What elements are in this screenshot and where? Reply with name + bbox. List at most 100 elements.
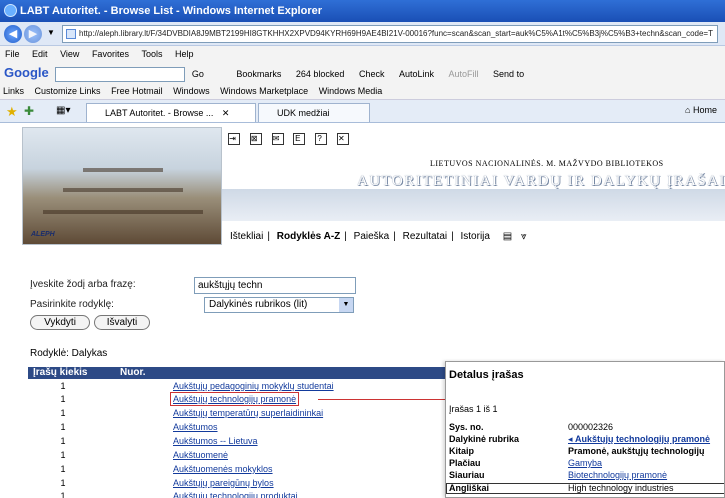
forward-icon[interactable]: ▶ <box>24 25 42 43</box>
row-count: 1 <box>60 464 66 474</box>
table-row: 1 Aukštumos <box>28 421 448 433</box>
google-search-input[interactable] <box>55 67 186 83</box>
favorites-star-icon[interactable]: ★ <box>6 104 18 120</box>
tab-udk-medziai[interactable]: UDK medžiai <box>258 103 370 122</box>
detail-row-highlighted: Angliškai High technology industries <box>446 483 724 494</box>
autofill-button[interactable]: AutoFill <box>449 69 479 79</box>
row-term-link[interactable]: Aukštumos <box>173 421 218 433</box>
nav-paieska[interactable]: Paieška <box>354 231 390 242</box>
link-free-hotmail[interactable]: Free Hotmail <box>111 86 163 96</box>
menu-favorites[interactable]: Favorites <box>92 49 129 59</box>
detail-key: Dalykinė rubrika <box>449 434 520 444</box>
aleph-logo: ALEPH <box>31 231 55 238</box>
row-count: 1 <box>60 422 66 432</box>
column-ref: Nuor. <box>120 367 146 378</box>
close-tab-icon[interactable]: ✕ <box>222 108 230 118</box>
row-count: 1 <box>60 394 66 404</box>
tab-labt-autoritet[interactable]: LABT Autoritet. - Browse ... ✕ <box>86 103 256 122</box>
page-heading: AUTORITETINIAI VARDŲ IR DALYKŲ ĮRAŠAI <box>357 173 725 189</box>
language-icon[interactable]: E <box>293 133 306 145</box>
library-banner-image: ALEPH <box>22 127 222 245</box>
basket-icon[interactable]: ⩔ <box>521 231 527 242</box>
detail-value: 000002326 <box>568 422 614 432</box>
add-favorite-icon[interactable]: ✚ <box>24 104 34 118</box>
ie-icon <box>4 4 17 17</box>
row-term-link[interactable]: Aukštumos -- Lietuva <box>173 435 258 447</box>
row-term-link[interactable]: Aukštuomenės mokyklos <box>173 463 273 475</box>
history-dropdown-icon[interactable]: ▼ <box>47 28 55 37</box>
nav-rodykles[interactable]: Rodyklės A-Z <box>277 231 341 242</box>
detail-row: Plačiau Gamyba <box>446 458 724 469</box>
page-icon <box>66 29 76 39</box>
table-row: 1 Aukštųjų pareigūnų bylos <box>28 477 448 489</box>
tab-bar: ★ ✚ ▦▾ LABT Autoritet. - Browse ... ✕ UD… <box>0 100 725 123</box>
spell-check-button[interactable]: Check <box>359 69 385 79</box>
tab-label: UDK medžiai <box>277 108 330 118</box>
index-select[interactable]: Dalykinės rubrikos (lit) ▼ <box>204 297 354 313</box>
bookmarks-button[interactable]: Bookmarks <box>236 69 281 79</box>
google-go-button[interactable]: Go <box>192 69 204 79</box>
url-input[interactable]: http://aleph.library.lt/F/34DVBDIA8J9MBT… <box>62 25 718 43</box>
detail-title: Detalus įrašas <box>449 369 524 381</box>
row-term-link[interactable]: Aukštųjų technologijų produktai <box>173 490 298 498</box>
row-term-link[interactable]: Aukštuomenė <box>173 449 228 461</box>
banner-stripe <box>222 189 725 221</box>
row-count: 1 <box>60 491 66 498</box>
google-logo: Google <box>4 65 49 80</box>
chevron-down-icon[interactable]: ▼ <box>339 298 353 312</box>
sign-in-icon[interactable]: ⇥ <box>228 133 240 145</box>
detail-value-link[interactable]: ◂ Aukštųjų technologijų pramonė <box>568 434 710 445</box>
links-label: Links <box>3 86 25 96</box>
home-label: Home <box>692 105 717 115</box>
menu-help[interactable]: Help <box>175 49 194 59</box>
print-icon[interactable]: ▤ <box>503 231 512 242</box>
table-row: 1 Aukštuomenės mokyklos <box>28 463 448 475</box>
detail-row: Kitaip Pramonė, aukštųjų technologijų <box>446 446 724 457</box>
top-navigation: Ištekliai | Rodyklės A-Z | Paieška | Rezult… <box>230 231 527 242</box>
row-term-link[interactable]: Aukštųjų temperatūrų superlaidininkai <box>173 407 323 419</box>
table-row: 1 Aukštuomenė <box>28 449 448 461</box>
mail-icon[interactable]: ✉ <box>271 133 284 145</box>
row-count: 1 <box>60 478 66 488</box>
nav-istekliai[interactable]: Ištekliai <box>230 231 263 242</box>
page-banner: ALEPH ⇥ ⊠ ✉ E ? ✕ LIETUVOS NACIONALINĖS.… <box>0 123 725 253</box>
nav-rezultatai[interactable]: Rezultatai <box>403 231 447 242</box>
link-customize-links[interactable]: Customize Links <box>35 86 101 96</box>
cart-icon[interactable]: ⊠ <box>249 133 262 145</box>
detail-record-count: Įrašas 1 iš 1 <box>449 404 498 414</box>
row-count: 1 <box>60 436 66 446</box>
search-input[interactable]: aukštųjų techn <box>194 277 356 294</box>
nav-istorija[interactable]: Istorija <box>461 231 490 242</box>
table-row: 1 Aukštųjų pedagoginių mokyklų studentai <box>28 380 448 392</box>
row-term-link[interactable]: Aukštųjų pareigūnų bylos <box>173 477 274 489</box>
popup-blocked-button[interactable]: 264 blocked <box>296 69 345 79</box>
detail-value: Pramonė, aukštųjų technologijų <box>568 446 705 456</box>
send-to-button[interactable]: Send to <box>493 69 524 79</box>
menu-bar: File Edit View Favorites Tools Help <box>0 46 725 63</box>
help-icon[interactable]: ? <box>315 133 328 145</box>
table-row: 1 Aukštųjų technologijų produktai <box>28 490 448 498</box>
autolink-button[interactable]: AutoLink <box>399 69 434 79</box>
tab-list-icon[interactable]: ▦▾ <box>56 105 70 116</box>
detail-value-link[interactable]: Gamyba <box>568 458 602 469</box>
run-button[interactable]: Vykdyti <box>30 315 90 330</box>
row-term-link[interactable]: Aukštųjų pedagoginių mokyklų studentai <box>173 380 334 392</box>
close-icon[interactable]: ✕ <box>336 133 349 145</box>
clear-button[interactable]: Išvalyti <box>94 315 150 330</box>
row-count: 1 <box>60 450 66 460</box>
link-windows-marketplace[interactable]: Windows Marketplace <box>220 86 308 96</box>
menu-file[interactable]: File <box>5 49 20 59</box>
detail-value: Aukštųjų technologijų pramonė <box>575 434 711 444</box>
row-term-link[interactable]: Aukštųjų technologijų pramonė <box>169 392 300 406</box>
url-text: http://aleph.library.lt/F/34DVBDIA8J9MBT… <box>79 29 713 38</box>
link-windows[interactable]: Windows <box>173 86 210 96</box>
home-button[interactable]: ⌂ Home <box>685 105 717 115</box>
menu-view[interactable]: View <box>60 49 79 59</box>
back-icon[interactable]: ◀ <box>4 25 22 43</box>
menu-tools[interactable]: Tools <box>141 49 162 59</box>
detail-value: High technology industries <box>568 483 674 493</box>
link-windows-media[interactable]: Windows Media <box>319 86 383 96</box>
menu-edit[interactable]: Edit <box>32 49 48 59</box>
detail-value-link[interactable]: Biotechnologijų pramonė <box>568 470 667 481</box>
callout-connector <box>318 399 446 400</box>
